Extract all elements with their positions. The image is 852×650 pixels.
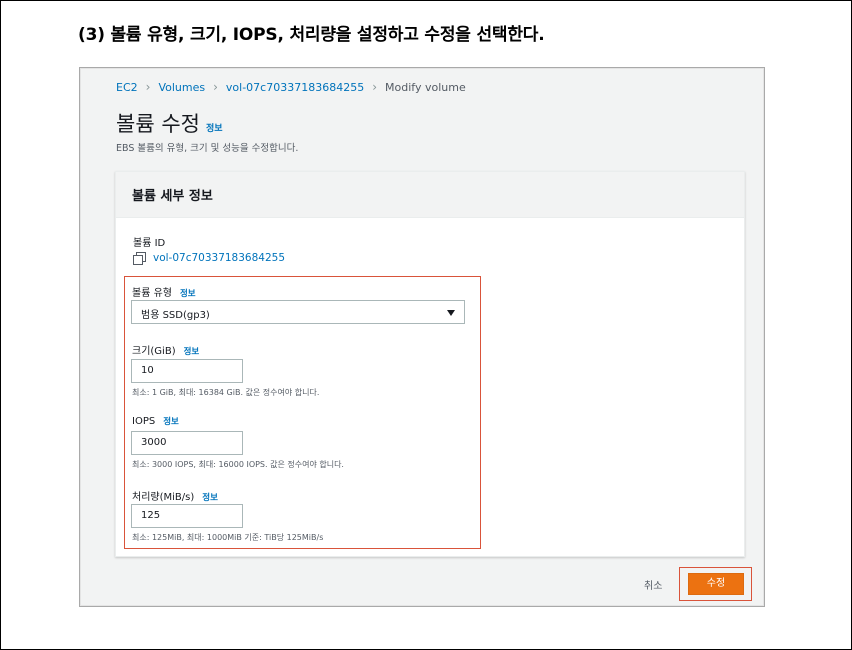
volume-type-selected: 범용 SSD(gp3) — [141, 310, 210, 321]
iops-label-text: IOPS — [132, 416, 156, 427]
volume-type-label: 볼륨 유형 정보 — [132, 284, 196, 299]
throughput-label-text: 처리량(MiB/s) — [132, 492, 195, 503]
breadcrumb-volumes[interactable]: Volumes — [158, 81, 205, 94]
iops-hint: 최소: 3000 IOPS, 최대: 16000 IOPS. 값은 정수여야 합… — [132, 460, 344, 469]
throughput-input[interactable]: 125 — [131, 504, 243, 528]
breadcrumb-ec2[interactable]: EC2 — [116, 81, 138, 94]
volume-id-row: vol-07c70337183684255 — [133, 252, 285, 265]
size-label-text: 크기(GiB) — [132, 346, 176, 357]
throughput-info-link[interactable]: 정보 — [202, 493, 218, 503]
volume-type-label-text: 볼륨 유형 — [132, 288, 172, 299]
breadcrumb-volume-id[interactable]: vol-07c70337183684255 — [226, 81, 364, 94]
page-title-text: 볼륨 수정 — [116, 112, 200, 136]
iops-input[interactable]: 3000 — [131, 431, 243, 455]
chevron-right-icon: › — [213, 80, 218, 94]
copy-icon[interactable] — [133, 252, 146, 265]
volume-type-select[interactable]: 범용 SSD(gp3) — [131, 300, 465, 324]
panel-header: 볼륨 세부 정보 — [116, 172, 744, 218]
panel-title: 볼륨 세부 정보 — [132, 189, 213, 204]
volume-type-info-link[interactable]: 정보 — [180, 289, 196, 299]
size-input[interactable]: 10 — [131, 359, 243, 383]
title-info-link[interactable]: 정보 — [206, 124, 223, 134]
step-caption: (3) 볼륨 유형, 크기, IOPS, 처리량을 설정하고 수정을 선택한다. — [78, 25, 545, 45]
throughput-hint: 최소: 125MiB, 최대: 1000MiB 기준: TiB당 125MiB/… — [132, 533, 324, 542]
volume-id-value[interactable]: vol-07c70337183684255 — [153, 252, 285, 264]
throughput-label: 처리량(MiB/s) 정보 — [132, 488, 218, 503]
size-label: 크기(GiB) 정보 — [132, 342, 199, 357]
volume-id-label: 볼륨 ID — [133, 238, 166, 249]
cancel-button[interactable]: 취소 — [644, 577, 662, 592]
chevron-right-icon: › — [145, 80, 151, 94]
iops-info-link[interactable]: 정보 — [163, 417, 179, 427]
volume-details-panel: 볼륨 세부 정보 볼륨 ID vol-07c70337183684255 볼륨 … — [115, 171, 745, 557]
page-description: EBS 볼륨의 유형, 크기 및 성능을 수정합니다. — [116, 143, 299, 154]
size-hint: 최소: 1 GiB, 최대: 16384 GiB. 값은 정수여야 합니다. — [132, 388, 320, 397]
breadcrumb: EC2 › Volumes › vol-07c70337183684255 › … — [116, 80, 466, 94]
console-screenshot: EC2 › Volumes › vol-07c70337183684255 › … — [79, 67, 765, 607]
breadcrumb-current: Modify volume — [385, 80, 466, 94]
caret-down-icon — [447, 310, 455, 316]
iops-label: IOPS 정보 — [132, 415, 179, 427]
chevron-right-icon: › — [372, 80, 378, 94]
modify-button[interactable]: 수정 — [688, 573, 744, 595]
size-info-link[interactable]: 정보 — [184, 347, 200, 357]
page-title: 볼륨 수정정보 — [116, 108, 223, 138]
